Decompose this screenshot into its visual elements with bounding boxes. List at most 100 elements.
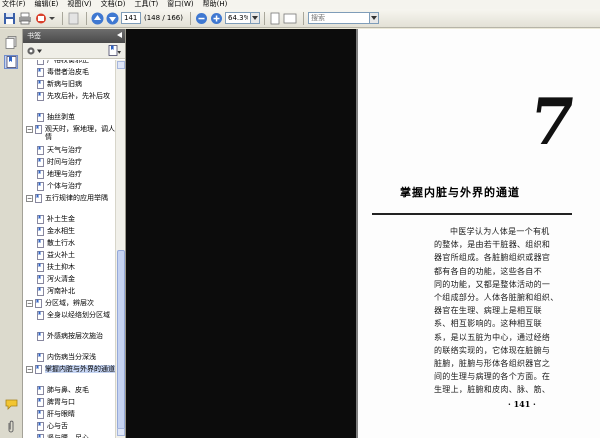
bookmark-section[interactable]: − 掌握内脏与外界的通道 (26, 365, 115, 374)
search-dropdown-button[interactable] (370, 12, 379, 24)
bookmark-item[interactable]: 外感病按层次施治 (37, 332, 111, 341)
pages-panel-button[interactable] (4, 35, 18, 49)
bookmark-item[interactable]: 肺与鼻、皮毛 (37, 386, 111, 395)
bookmark-page-icon (37, 332, 44, 341)
collapse-toggle[interactable]: − (26, 300, 33, 307)
bookmarks-panel-button[interactable] (4, 55, 18, 69)
email-button[interactable] (34, 11, 56, 26)
bookmark-item[interactable]: 全身以经络划分区域 (37, 311, 111, 320)
toolbar-separator (62, 11, 63, 25)
zoom-level-input[interactable] (225, 12, 251, 24)
bookmarks-panel: 书签 严格权衡邪正 毒借者治皮毛 新病与旧病 先攻后补，先补后攻 抽丝剥茧 − 观天时，察地… (23, 29, 126, 438)
bookmark-label: 先攻后补，先补后攻 (47, 92, 110, 100)
arrow-up-icon (91, 12, 104, 24)
chevron-down-icon (371, 16, 377, 20)
bookmark-item[interactable]: 抽丝剥茧 (37, 113, 111, 122)
bookmark-page-icon (37, 215, 44, 224)
comments-panel-button[interactable] (4, 397, 18, 411)
body-text-line: 生理上，脏腑和皮肉、脉、筋、 (434, 385, 551, 395)
body-text-line: 同的功能，又都是整体活动的一 (434, 279, 551, 289)
select-tool-button[interactable] (67, 11, 80, 26)
bookmark-tree: 严格权衡邪正 毒借者治皮毛 新病与旧病 先攻后补，先补后攻 抽丝剥茧 − 观天时，察地理，调… (23, 60, 115, 438)
attachments-panel-button[interactable] (4, 419, 18, 433)
bookmark-item[interactable]: 严格权衡邪正 (37, 60, 111, 65)
bookmark-item[interactable]: 益火补土 (37, 251, 111, 260)
bookmark-page-icon (37, 80, 44, 89)
scroll-down-button[interactable] (117, 428, 125, 436)
collapse-toggle[interactable]: − (26, 366, 33, 373)
bookmark-item[interactable]: 先攻后补，先补后攻 (37, 92, 111, 101)
scrollbar-thumb[interactable] (117, 250, 125, 430)
search-input[interactable] (308, 12, 370, 24)
bookmark-label: 观天时，察地理，调人情 (45, 125, 115, 141)
save-icon (4, 12, 15, 24)
previous-page-button[interactable] (91, 11, 104, 26)
zoom-in-button[interactable] (210, 11, 223, 26)
bookmark-item[interactable]: 泻火清金 (37, 275, 111, 284)
toolbar: (148 / 166) (0, 9, 600, 28)
bookmark-section[interactable]: − 五行规律的应用举隅 (26, 194, 115, 203)
bookmark-section[interactable]: − 观天时，察地理，调人情 (26, 125, 115, 141)
menu-tools[interactable]: 工具(T) (135, 0, 159, 9)
bookmark-page-icon (37, 422, 44, 431)
menu-edit[interactable]: 编辑(E) (35, 0, 59, 9)
bookmark-item[interactable]: 心与舌 (37, 422, 111, 431)
bookmark-item[interactable]: 内伤病当分深浅 (37, 353, 111, 362)
bookmark-item[interactable]: 个体与治疗 (37, 182, 111, 191)
menu-window[interactable]: 窗口(W) (167, 0, 193, 9)
bookmark-page-icon (35, 194, 42, 203)
bookmark-item[interactable]: 肝与眼睛 (37, 410, 111, 419)
panel-menu-button[interactable] (117, 32, 122, 40)
bookmarks-scrollbar[interactable] (115, 60, 125, 438)
bookmark-item[interactable]: 泻南补北 (37, 287, 111, 296)
bookmark-label: 新病与旧病 (47, 80, 82, 88)
body-text-line: 都有各自的功能，这些各自不 (434, 266, 542, 276)
bookmark-item[interactable]: 脾胃与口 (37, 398, 111, 407)
collapse-toggle[interactable]: − (26, 195, 33, 202)
bookmark-section[interactable]: − 分区域，辨层次 (26, 299, 115, 308)
body-text-line: 的整体，是由若干脏器、组织和 (434, 240, 551, 250)
bookmark-label: 五行规律的应用举隅 (45, 194, 108, 202)
fit-width-button[interactable] (283, 11, 297, 26)
new-bookmark-button[interactable] (108, 45, 121, 56)
bookmark-item[interactable]: 地理与治疗 (37, 170, 111, 179)
save-button[interactable] (3, 11, 16, 26)
bookmark-item[interactable]: 散土行水 (37, 239, 111, 248)
bookmark-label: 金水相生 (47, 227, 75, 235)
collapse-toggle[interactable]: − (26, 126, 33, 133)
next-page-button[interactable] (106, 11, 119, 26)
zoom-dropdown-button[interactable] (251, 12, 260, 24)
bookmark-page-icon (37, 170, 44, 179)
bookmark-label: 益火补土 (47, 251, 75, 259)
fit-page-button[interactable] (269, 11, 281, 26)
scroll-up-button[interactable] (117, 61, 125, 69)
bookmark-item[interactable]: 肾与腰、足心 (37, 434, 111, 438)
body-text-line: 系、相互影响的。这种相互联 (434, 319, 542, 329)
menu-bar: 文件(F) 编辑(E) 视图(V) 文档(D) 工具(T) 窗口(W) 帮助(H… (0, 0, 600, 9)
current-page-view: 7 掌握内脏与外界的通道 中医学认为人体是一个有机 的整体，是由若干脏器、组织和器… (358, 29, 600, 438)
bookmark-label: 掌握内脏与外界的通道 (45, 365, 115, 373)
bookmark-label: 扶土抑木 (47, 263, 75, 271)
menu-document[interactable]: 文档(D) (101, 0, 126, 9)
bookmark-item[interactable]: 毒借者治皮毛 (37, 68, 111, 77)
toolbar-separator (264, 11, 265, 25)
bookmark-item[interactable]: 补土生金 (37, 215, 111, 224)
bookmark-label: 全身以经络划分区域 (47, 311, 110, 319)
bookmark-label: 毒借者治皮毛 (47, 68, 89, 76)
bookmark-label: 泻南补北 (47, 287, 75, 295)
options-button[interactable] (26, 46, 42, 56)
bookmark-item[interactable]: 扶土抑木 (37, 263, 111, 272)
bookmark-item[interactable]: 时间与治疗 (37, 158, 111, 167)
bookmark-item[interactable]: 新病与旧病 (37, 80, 111, 89)
zoom-out-button[interactable] (195, 11, 208, 26)
menu-help[interactable]: 帮助(H) (203, 0, 228, 9)
menu-file[interactable]: 文件(F) (2, 0, 26, 9)
document-viewer[interactable]: 7 掌握内脏与外界的通道 中医学认为人体是一个有机 的整体，是由若干脏器、组织和器… (126, 29, 600, 438)
page-number-input[interactable] (121, 12, 141, 24)
menu-view[interactable]: 视图(V) (67, 0, 91, 9)
bookmark-item[interactable]: 天气与治疗 (37, 146, 111, 155)
printer-icon (19, 12, 31, 24)
bookmark-label: 散土行水 (47, 239, 75, 247)
bookmark-item[interactable]: 金水相生 (37, 227, 111, 236)
print-button[interactable] (18, 11, 32, 26)
